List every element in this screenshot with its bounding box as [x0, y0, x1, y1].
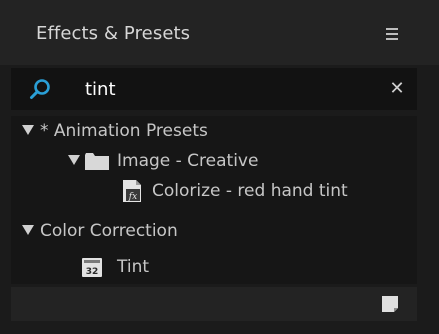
tree-item-label: Color Correction: [40, 221, 178, 241]
search-bar: ✕: [11, 68, 417, 110]
tree-item-label: Image - Creative: [117, 151, 259, 171]
svg-text:fx: fx: [128, 192, 137, 202]
hamburger-menu-icon[interactable]: [386, 28, 398, 40]
expand-triangle-icon[interactable]: [68, 155, 80, 165]
new-item-icon[interactable]: [380, 294, 400, 314]
expand-triangle-icon[interactable]: [22, 225, 34, 235]
animation-preset-icon: fx: [123, 180, 141, 202]
panel-footer: [11, 287, 417, 321]
expand-triangle-icon[interactable]: [22, 125, 34, 135]
folder-icon: [85, 153, 109, 170]
panel-title: Effects & Presets: [36, 23, 191, 44]
search-icon: [30, 79, 50, 99]
effect-badge-text: 32: [86, 267, 99, 277]
tree-item-tint[interactable]: 32 Tint: [11, 252, 417, 282]
tree-item-label: Tint: [117, 257, 150, 277]
search-input[interactable]: [85, 76, 375, 102]
tree-item-color-correction[interactable]: Color Correction: [11, 216, 417, 246]
tree-item-animation-presets[interactable]: * Animation Presets: [11, 116, 417, 146]
panel-header: Effects & Presets: [0, 0, 439, 65]
tree-item-colorize[interactable]: fx Colorize - red hand tint: [11, 176, 417, 206]
effect-32bit-icon: 32: [82, 258, 102, 277]
effects-presets-panel: Effects & Presets ✕ * Animation Presets …: [0, 0, 439, 334]
close-icon[interactable]: ✕: [388, 80, 406, 98]
effects-tree: * Animation Presets Image - Creative fx …: [11, 116, 417, 284]
tree-item-label: Colorize - red hand tint: [152, 181, 348, 201]
tree-item-image-creative[interactable]: Image - Creative: [11, 146, 417, 176]
tree-item-label: * Animation Presets: [40, 121, 208, 141]
